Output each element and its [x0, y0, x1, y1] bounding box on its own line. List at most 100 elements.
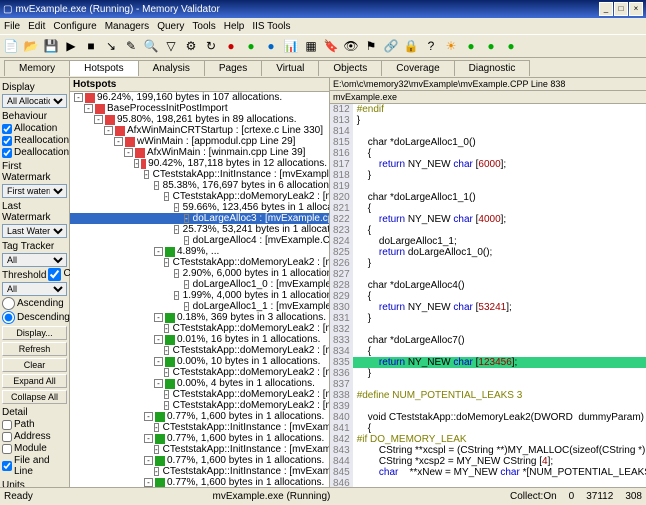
tool-filter-icon[interactable]: ▽ [162, 37, 180, 55]
tool-grid-icon[interactable]: ▦ [302, 37, 320, 55]
tree-node[interactable]: -wWinMain : [appmodul.cpp Line 29] [70, 136, 329, 147]
expand-icon[interactable]: - [154, 181, 159, 190]
tree-node[interactable]: -0.77%, 1,600 bytes in 1 allocations. [70, 477, 329, 487]
tool-help-icon[interactable]: ? [422, 37, 440, 55]
menu-iis-tools[interactable]: IIS Tools [252, 21, 290, 32]
tree-node[interactable]: -AfxWinMainCRTStartup : [crtexe.c Line 3… [70, 125, 329, 136]
deallocation-checkbox[interactable] [2, 148, 12, 158]
display-button[interactable]: Display... [2, 326, 67, 340]
collapse-all-button[interactable]: Collapse All [2, 390, 67, 404]
descending-radio[interactable] [2, 311, 15, 324]
tree-node[interactable]: -doLargeAlloc4 : [mvExample.CPP Line 833… [70, 235, 329, 246]
tree-node[interactable]: -CTeststakApp::doMemoryLeak2 : [mvExampl… [70, 323, 329, 334]
expand-icon[interactable]: - [174, 225, 179, 234]
tool-circle-red-icon[interactable]: ● [222, 37, 240, 55]
tool-search-icon[interactable]: 🔍 [142, 37, 160, 55]
tab-hotspots[interactable]: Hotspots [69, 60, 138, 76]
tool-play-icon[interactable]: ▶ [62, 37, 80, 55]
tool-flag-icon[interactable]: ⚑ [362, 37, 380, 55]
tool-gear-icon[interactable]: ⚙ [182, 37, 200, 55]
expand-icon[interactable]: - [154, 467, 159, 476]
expand-icon[interactable]: - [114, 137, 123, 146]
first-watermark-select[interactable]: First watermark [2, 184, 67, 198]
menu-tools[interactable]: Tools [192, 21, 215, 32]
tool-arrow-icon[interactable]: ↘ [102, 37, 120, 55]
tree-node[interactable]: -doLargeAlloc1_1 : [mvExample.CPP Line 8… [70, 301, 329, 312]
tag-tracker-select[interactable]: All [2, 253, 67, 267]
tool-link-icon[interactable]: 🔗 [382, 37, 400, 55]
minimize-button[interactable]: _ [599, 2, 613, 16]
expand-icon[interactable]: - [164, 401, 169, 410]
expand-icon[interactable]: - [144, 478, 153, 487]
allocation-checkbox[interactable] [2, 124, 12, 134]
expand-icon[interactable]: - [74, 93, 83, 102]
tool-tag-icon[interactable]: 🔖 [322, 37, 340, 55]
file-line-checkbox[interactable] [2, 461, 12, 471]
tree-node[interactable]: -doLargeAlloc3 : [mvExample.cpp Line 838… [70, 213, 329, 224]
expand-icon[interactable]: - [184, 302, 189, 311]
tool-sun-icon[interactable]: ☀ [442, 37, 460, 55]
menu-managers[interactable]: Managers [105, 21, 149, 32]
expand-icon[interactable]: - [144, 456, 153, 465]
tree-node[interactable]: -1.99%, 4,000 bytes in 1 allocations. [70, 290, 329, 301]
expand-icon[interactable]: - [84, 104, 93, 113]
tool-lock-icon[interactable]: 🔒 [402, 37, 420, 55]
tree-node[interactable]: -0.01%, 16 bytes in 1 allocations. [70, 334, 329, 345]
tree-node[interactable]: -0.00%, 10 bytes in 1 allocations. [70, 356, 329, 367]
tree-node[interactable]: -95.80%, 198,261 bytes in 89 allocations… [70, 114, 329, 125]
expand-icon[interactable]: - [144, 412, 153, 421]
tree-node[interactable]: -90.42%, 187,118 bytes in 12 allocations… [70, 158, 329, 169]
expand-icon[interactable]: - [184, 280, 189, 289]
tab-objects[interactable]: Objects [318, 60, 382, 76]
tab-virtual[interactable]: Virtual [261, 60, 319, 76]
tree-node[interactable]: -CTeststakApp::InitInstance : [mvExample… [70, 466, 329, 477]
expand-icon[interactable]: - [154, 357, 163, 366]
module-checkbox[interactable] [2, 444, 12, 454]
expand-icon[interactable]: - [134, 159, 139, 168]
tree-node[interactable]: -CTeststakApp::doMemoryLeak2 : [mvExampl… [70, 400, 329, 411]
tree-node[interactable]: -96.24%, 199,160 bytes in 107 allocation… [70, 92, 329, 103]
menu-configure[interactable]: Configure [53, 21, 96, 32]
tool-open-icon[interactable]: 📂 [22, 37, 40, 55]
tree-node[interactable]: -0.77%, 1,600 bytes in 1 allocations. [70, 455, 329, 466]
last-watermark-select[interactable]: Last Watermark [2, 224, 67, 238]
expand-icon[interactable]: - [174, 269, 179, 278]
tool-pencil-icon[interactable]: ✎ [122, 37, 140, 55]
tree-node[interactable]: -4.89%, ... [70, 246, 329, 257]
source-view[interactable]: 8128138148158168178188198208218228238248… [330, 104, 646, 487]
tool-circle3-icon[interactable]: ● [502, 37, 520, 55]
clear-button[interactable]: Clear [2, 358, 67, 372]
hotspots-tree[interactable]: Hotspots -96.24%, 199,160 bytes in 107 a… [70, 78, 330, 487]
tool-stop-icon[interactable]: ■ [82, 37, 100, 55]
path-checkbox[interactable] [2, 420, 12, 430]
expand-icon[interactable]: - [144, 434, 153, 443]
expand-icon[interactable]: - [154, 247, 163, 256]
expand-all-button[interactable]: Expand All [2, 374, 67, 388]
tool-circle-blue-icon[interactable]: ● [262, 37, 280, 55]
tool-chart-icon[interactable]: 📊 [282, 37, 300, 55]
expand-icon[interactable]: - [154, 335, 163, 344]
expand-icon[interactable]: - [164, 192, 169, 201]
expand-icon[interactable]: - [104, 126, 113, 135]
children-checkbox[interactable] [48, 268, 61, 281]
menu-query[interactable]: Query [157, 21, 184, 32]
tab-pages[interactable]: Pages [204, 60, 262, 76]
menu-help[interactable]: Help [224, 21, 245, 32]
tab-analysis[interactable]: Analysis [138, 60, 205, 76]
tool-refresh-icon[interactable]: ↻ [202, 37, 220, 55]
tree-node[interactable]: -25.73%, 53,241 bytes in 1 allocations. [70, 224, 329, 235]
expand-icon[interactable]: - [154, 313, 163, 322]
tab-memory[interactable]: Memory [4, 60, 70, 76]
expand-icon[interactable]: - [164, 324, 169, 333]
tool-save-icon[interactable]: 💾 [42, 37, 60, 55]
expand-icon[interactable]: - [174, 203, 179, 212]
expand-icon[interactable]: - [184, 236, 189, 245]
expand-icon[interactable]: - [154, 379, 163, 388]
tree-node[interactable]: -2.90%, 6,000 bytes in 1 allocations. [70, 268, 329, 279]
refresh-button[interactable]: Refresh [2, 342, 67, 356]
expand-icon[interactable]: - [164, 258, 169, 267]
expand-icon[interactable]: - [164, 390, 169, 399]
tree-node[interactable]: -AfxWinMain : [winmain.cpp Line 39] [70, 147, 329, 158]
tool-circle1-icon[interactable]: ● [462, 37, 480, 55]
reallocation-checkbox[interactable] [2, 136, 12, 146]
